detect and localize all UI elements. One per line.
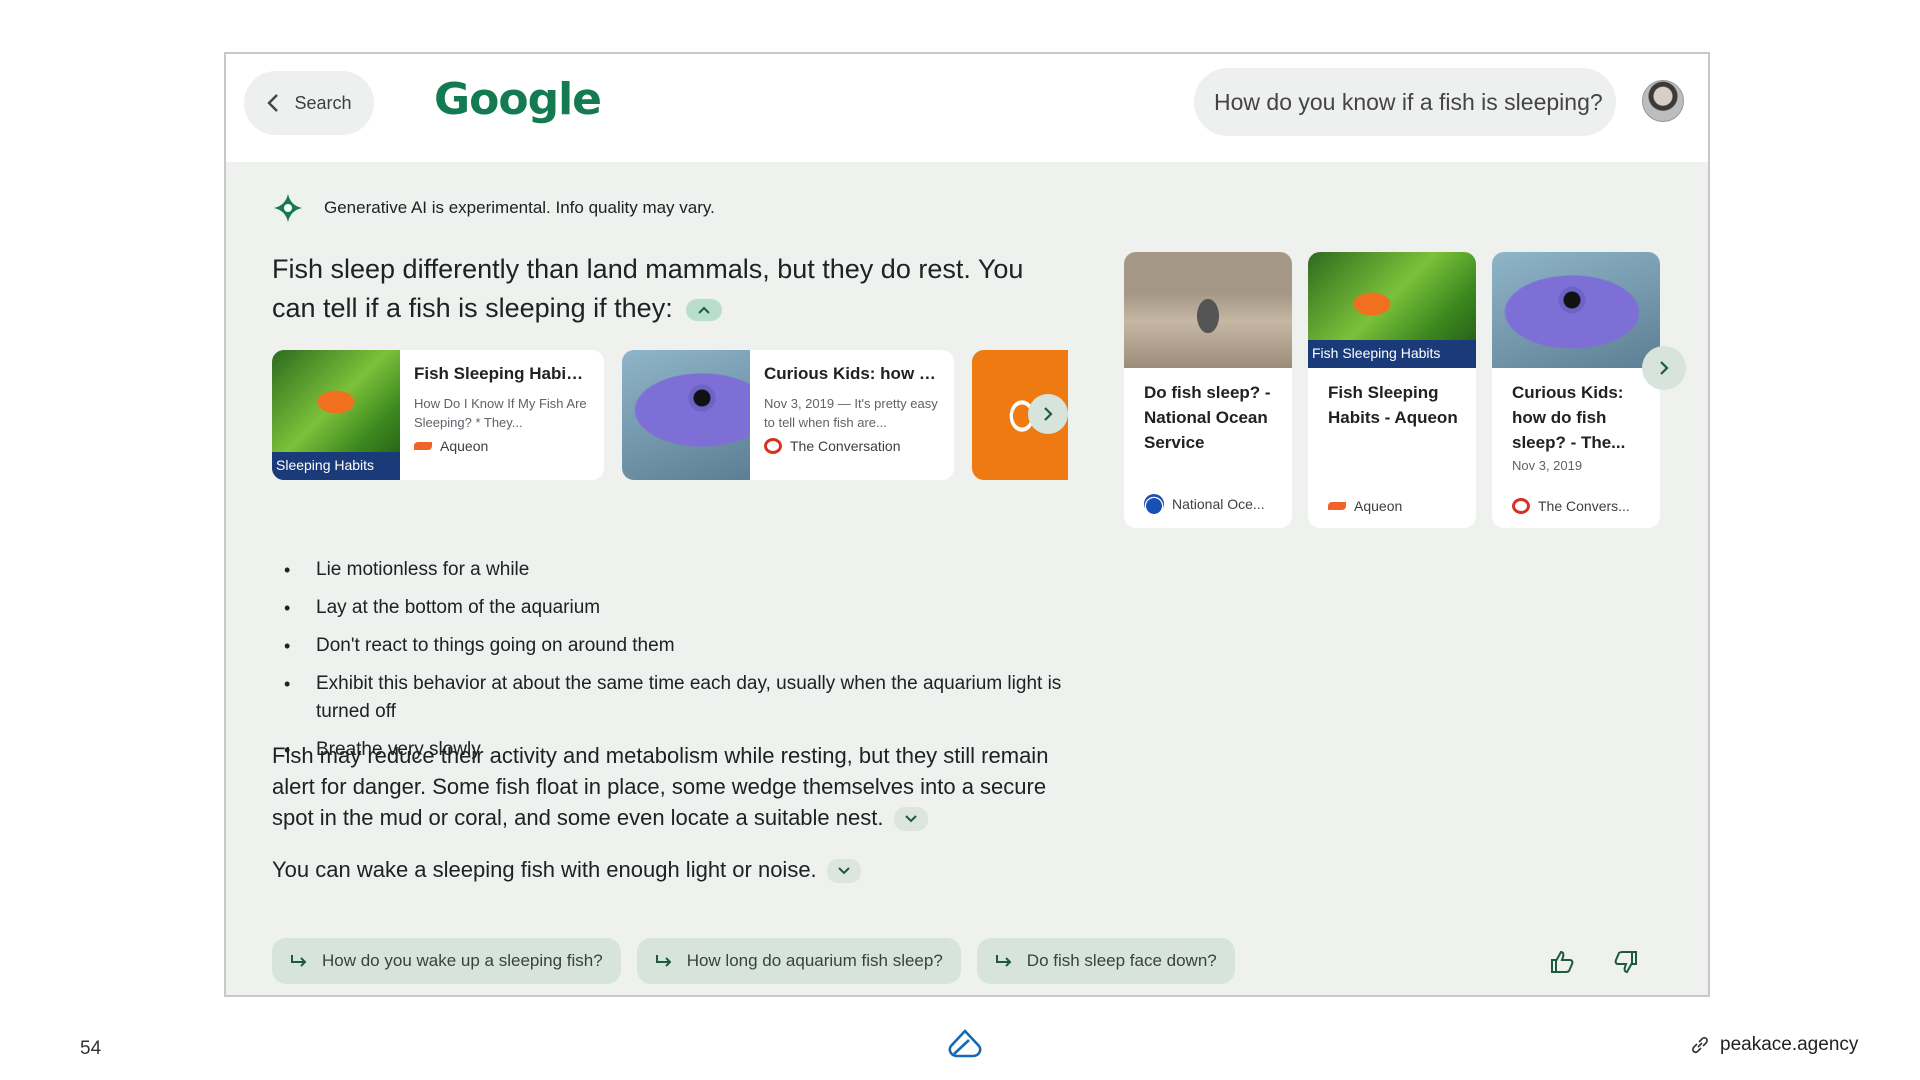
side-source-card[interactable]: Fish Sleeping Habits Fish Sleeping Habit… <box>1308 252 1476 528</box>
follow-up-label: How do you wake up a sleeping fish? <box>322 951 603 970</box>
slide-page-number: 54 <box>80 1038 102 1059</box>
list-item: Don't react to things going on around th… <box>284 632 1064 660</box>
source-site-name: National Oce... <box>1172 496 1265 512</box>
search-query-box[interactable]: How do you know if a fish is sleeping? <box>1194 68 1616 136</box>
footer-site-link[interactable]: peakace.agency <box>1690 1034 1858 1056</box>
source-title: Fish Sleeping Habits ... <box>414 364 588 383</box>
source-site: Aqueon <box>414 438 588 454</box>
chevron-up-icon <box>698 306 710 314</box>
chevron-down-icon <box>904 815 917 823</box>
follow-up-suggestions: How do you wake up a sleeping fish? How … <box>272 938 1235 984</box>
expand-toggle[interactable] <box>826 859 861 884</box>
link-icon <box>1692 1036 1708 1054</box>
paragraph-text: Fish may reduce their activity and metab… <box>272 743 1049 830</box>
peakace-logo-icon <box>948 1029 982 1058</box>
paragraph-text: You can wake a sleeping fish with enough… <box>272 857 817 882</box>
follow-up-label: How long do aquarium fish sleep? <box>686 951 943 970</box>
conversation-favicon-icon <box>1512 498 1530 514</box>
side-source-carousel: Do fish sleep? - National Ocean Service … <box>1124 252 1704 532</box>
top-bar: Search Google How do you know if a fish … <box>226 54 1708 162</box>
list-item: Exhibit this behavior at about the same … <box>284 670 1064 726</box>
source-card-conversation[interactable]: Curious Kids: how do... Nov 3, 2019 — It… <box>622 350 954 480</box>
chevron-left-icon <box>267 94 279 112</box>
side-source-card[interactable]: Do fish sleep? - National Ocean Service … <box>1124 252 1292 528</box>
chevron-right-icon <box>1660 361 1669 375</box>
source-site-name: The Conversation <box>790 438 901 454</box>
back-button-label: Search <box>294 92 352 113</box>
source-thumbnail: Fish Sleeping Habits <box>1308 252 1476 368</box>
source-site: The Convers... <box>1512 498 1630 514</box>
inline-source-carousel: Sleeping Habits Fish Sleeping Habits ...… <box>272 350 1068 480</box>
back-to-search-button[interactable]: Search <box>244 71 374 135</box>
follow-up-label: Do fish sleep face down? <box>1026 951 1217 970</box>
thumbs-up-button[interactable] <box>1546 946 1578 978</box>
source-site-name: Aqueon <box>440 438 489 454</box>
source-card-aqueon[interactable]: Sleeping Habits Fish Sleeping Habits ...… <box>272 350 604 480</box>
reply-arrow-icon <box>995 955 1012 967</box>
chevron-right-icon <box>1044 407 1053 421</box>
answer-paragraph: Fish may reduce their activity and metab… <box>272 740 1072 833</box>
thumbs-up-icon <box>1551 950 1574 973</box>
answer-paragraph: You can wake a sleeping fish with enough… <box>272 854 1072 885</box>
aqueon-favicon-icon <box>414 442 432 450</box>
headline-text: Fish sleep differently than land mammals… <box>272 254 1024 323</box>
conversation-favicon-icon <box>764 438 782 454</box>
source-thumbnail <box>1124 252 1292 368</box>
source-site-name: Aqueon <box>1354 498 1403 514</box>
ai-experimental-notice: Generative AI is experimental. Info qual… <box>272 192 715 224</box>
source-title: Curious Kids: how do fish sleep? - The..… <box>1512 383 1626 452</box>
source-thumbnail: Sleeping Habits <box>272 350 400 480</box>
source-snippet: Nov 3, 2019 — It's pretty easy to tell w… <box>764 396 938 430</box>
source-title: Fish Sleeping Habits - Aqueon <box>1328 383 1458 427</box>
reply-arrow-icon <box>655 955 672 967</box>
noaa-favicon-icon <box>1144 494 1164 514</box>
source-title: Do fish sleep? - National Ocean Service <box>1144 383 1271 452</box>
footer-site-text: peakace.agency <box>1720 1034 1859 1055</box>
google-logo[interactable]: Google <box>434 74 602 125</box>
follow-up-chip[interactable]: How long do aquarium fish sleep? <box>636 938 961 984</box>
follow-up-chip[interactable]: How do you wake up a sleeping fish? <box>272 938 621 984</box>
search-query-text: How do you know if a fish is sleeping? <box>1214 88 1603 115</box>
follow-up-chip[interactable]: Do fish sleep face down? <box>976 938 1235 984</box>
side-source-card[interactable]: Curious Kids: how do fish sleep? - The..… <box>1492 252 1660 528</box>
source-date: Nov 3, 2019 <box>1512 458 1583 473</box>
thumbs-down-icon <box>1614 951 1637 974</box>
expand-toggle[interactable] <box>893 807 928 832</box>
reply-arrow-icon <box>291 955 307 967</box>
source-thumbnail <box>622 350 750 480</box>
collapse-toggle[interactable] <box>686 298 723 321</box>
chevron-down-icon <box>838 867 850 875</box>
source-site-name: The Convers... <box>1538 498 1630 514</box>
gemini-sparkle-icon <box>274 194 302 222</box>
ai-overview-screenshot: Search Google How do you know if a fish … <box>224 52 1710 997</box>
list-item: Lay at the bottom of the aquarium <box>284 594 1064 622</box>
side-carousel-next-button[interactable] <box>1642 346 1686 390</box>
notice-text: Generative AI is experimental. Info qual… <box>324 198 715 217</box>
source-snippet: How Do I Know If My Fish Are Sleeping? *… <box>414 396 587 430</box>
source-thumbnail <box>1492 252 1660 368</box>
source-site: The Conversation <box>764 438 938 454</box>
aqueon-favicon-icon <box>1328 502 1346 510</box>
thumbs-down-button[interactable] <box>1610 946 1642 978</box>
user-avatar[interactable] <box>1642 80 1684 122</box>
thumbnail-label: Sleeping Habits <box>272 452 400 480</box>
thumbnail-label: Fish Sleeping Habits <box>1308 340 1476 368</box>
source-site: National Oce... <box>1144 494 1265 514</box>
carousel-next-button[interactable] <box>1028 394 1068 434</box>
list-item: Lie motionless for a while <box>284 556 1064 584</box>
source-title: Curious Kids: how do... <box>764 364 938 383</box>
answer-headline: Fish sleep differently than land mammals… <box>272 250 1072 328</box>
source-site: Aqueon <box>1328 498 1402 514</box>
